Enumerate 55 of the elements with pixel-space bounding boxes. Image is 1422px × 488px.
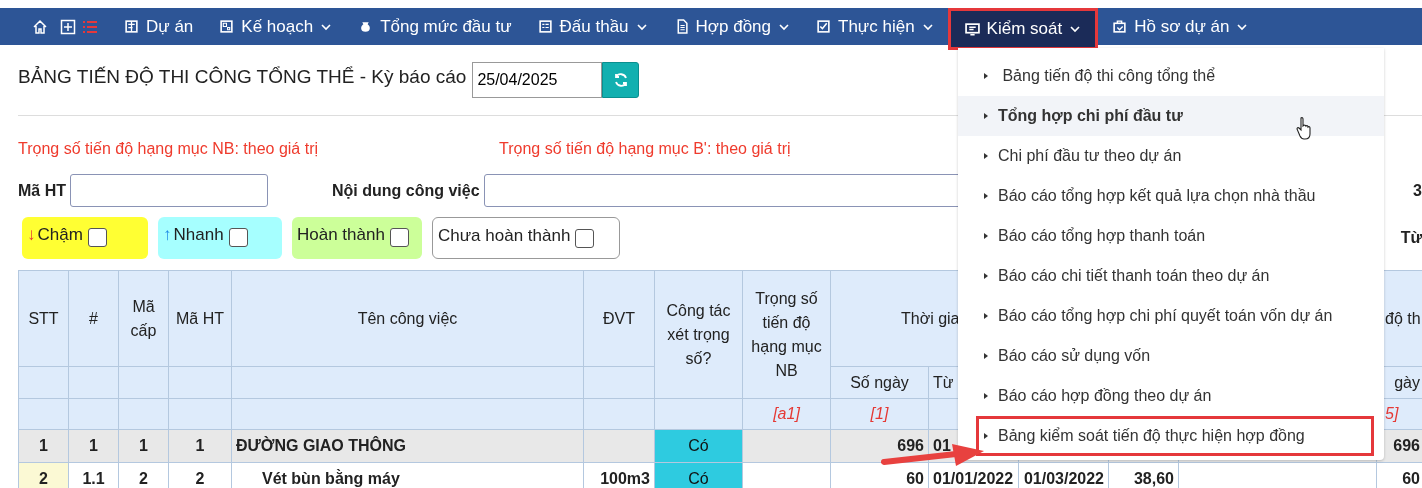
checkbox-icon <box>816 19 831 34</box>
menu-item[interactable]: Chi phí đầu tư theo dự án <box>958 136 1384 176</box>
briefcase-icon <box>1112 19 1128 34</box>
monitor-icon <box>964 21 980 37</box>
note-text: Trọng số tiến độ hạng mục B': theo giá trị <box>499 140 791 158</box>
refresh-button[interactable] <box>602 62 640 98</box>
column-reference: [a1] <box>742 398 831 430</box>
column-header: ĐVT <box>583 270 655 367</box>
field-text: 3 <box>1413 181 1422 200</box>
plus-square-icon[interactable] <box>58 18 78 35</box>
menu-item[interactable]: Tổng hợp chi phí đầu tư <box>958 96 1384 136</box>
table-cell: 1 <box>68 429 119 463</box>
legend-filter[interactable]: Hoàn thành <box>292 217 422 259</box>
table-cell: Có <box>654 429 743 463</box>
column-header: Trọng số tiến độ hạng mục NB <box>742 270 831 399</box>
refresh-icon <box>612 72 629 88</box>
list-icon <box>537 19 553 34</box>
page-title: BẢNG TIẾN ĐỘ THI CÔNG TỔNG THỂ - Kỳ báo cáo <box>18 66 467 88</box>
grid-icon <box>219 19 235 34</box>
hand-cursor-icon <box>1296 116 1314 140</box>
table-cell: ĐƯỜNG GIAO THÔNG <box>231 429 584 463</box>
nav-menu-item[interactable]: Tổng mức đầu tư <box>346 8 524 45</box>
note-text: Trọng số tiến độ hạng mục NB: theo giá trị <box>18 140 319 158</box>
menu-item[interactable]: Báo cáo tổng hợp thanh toán <box>958 216 1384 256</box>
filter-label: Nội dung công việc <box>332 181 480 200</box>
column-header: # <box>68 270 119 367</box>
input-field[interactable] <box>70 174 268 207</box>
legend-filter[interactable]: ↓Chậm <box>22 217 148 259</box>
column-header: STT <box>18 270 69 367</box>
legend-filter[interactable]: Chưa hoàn thành <box>432 217 620 259</box>
menu-item[interactable]: Báo cáo tổng hợp kết quả lựa chọn nhà thầu <box>958 176 1384 216</box>
legend-filter[interactable]: ↑Nhanh <box>158 217 282 259</box>
nav-menu-item[interactable]: Đấu thầu <box>525 8 660 45</box>
table-cell: 1 <box>168 429 232 463</box>
column-header: Công tác xét trọng số? <box>654 270 743 399</box>
nav-menu-item[interactable]: Thực hiện <box>804 8 946 45</box>
table-cell: Có <box>654 462 743 488</box>
label-text: Từ <box>1400 229 1422 247</box>
nav-menu-item[interactable]: Hồ sơ dự án <box>1100 8 1261 45</box>
table-icon <box>124 19 139 34</box>
date-field[interactable]: 25/04/2025 <box>472 62 603 98</box>
column-header: Mã HT <box>168 270 232 367</box>
nav-menu-item[interactable]: Kế hoạch <box>207 8 345 45</box>
column-header: Số ngày <box>830 366 929 399</box>
table-cell: 1 <box>118 429 169 463</box>
nav-menu-item[interactable]: Hợp đồng <box>661 8 802 45</box>
table-cell: 1 <box>18 429 69 463</box>
filter-label: Mã HT <box>18 181 66 200</box>
column-header: Mã cấp <box>118 270 169 367</box>
nav-menu-item[interactable]: Kiểm soát <box>947 8 1099 50</box>
nav-menu-item[interactable]: Dự án <box>112 8 206 45</box>
column-reference: [1] <box>830 398 929 430</box>
menu-item[interactable]: Bảng tiến độ thi công tổng thể <box>958 56 1384 96</box>
column-header: Tên công việc <box>231 270 584 367</box>
table-cell: 2 <box>18 462 69 488</box>
